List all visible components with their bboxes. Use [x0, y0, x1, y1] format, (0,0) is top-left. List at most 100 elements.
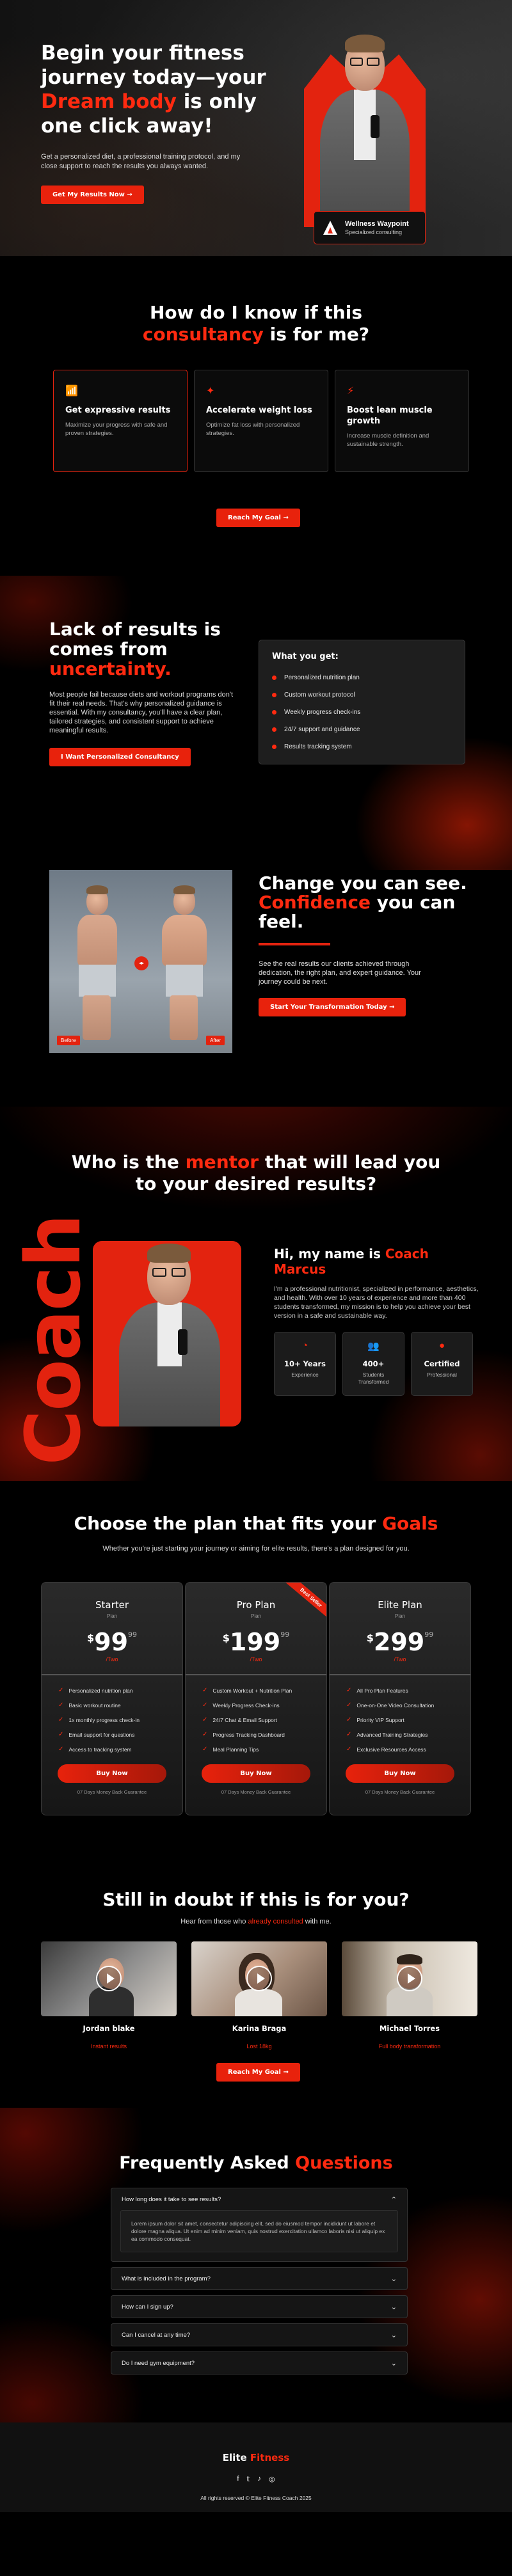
price-cents: 99: [280, 1631, 290, 1639]
stat-label: Students Transformed: [358, 1371, 389, 1385]
plan-tag: Plan: [106, 1613, 117, 1619]
hero-paragraph: Get a personalized diet, a professional …: [41, 153, 241, 170]
testimonials-section: Still in doubt if this is for you? Hear …: [0, 1852, 512, 2108]
consultancy-title: How do I know if this consultancy is for…: [0, 302, 512, 345]
plan-feature-text: Exclusive Resources Access: [356, 1746, 426, 1753]
faq-question[interactable]: Do I need gym equipment?: [122, 2360, 195, 2367]
feature-card-title: Accelerate weight loss: [206, 406, 312, 415]
price-cents: 99: [128, 1631, 138, 1639]
mentor-name: Hi, my name is Coach Marcus: [274, 1246, 479, 1277]
hero-title: Begin your fitness journey today—your Dr…: [41, 41, 278, 138]
buy-now-button-starter[interactable]: Buy Now: [58, 1764, 166, 1783]
play-icon[interactable]: [246, 1966, 272, 1991]
before-after-image[interactable]: ◂▸ Before After: [49, 870, 232, 1053]
mentor-paragraph: I'm a professional nutritionist, special…: [274, 1285, 479, 1320]
feature-card-muscle[interactable]: ⚡ Boost lean muscle growth Increase musc…: [335, 370, 469, 472]
chevron-down-icon[interactable]: ⌄: [391, 2331, 397, 2339]
check-icon: ✓: [58, 1702, 64, 1709]
faq-item[interactable]: Can I cancel at any time? ⌄: [111, 2323, 408, 2346]
tiktok-icon[interactable]: ♪: [258, 2475, 262, 2483]
pricing-title-highlight: Goals: [382, 1513, 438, 1534]
plan-card-starter: Starter Plan $9999 /Two ✓ Personalized nu…: [41, 1582, 183, 1815]
faq-question[interactable]: What is included in the program?: [122, 2275, 211, 2282]
buy-now-button-elite[interactable]: Buy Now: [346, 1764, 454, 1783]
footer-brand-highlight: Fitness: [250, 2452, 290, 2463]
plan-feature: ✓ 1x monthly progress check-in: [58, 1712, 182, 1727]
consultancy-section: How do I know if this consultancy is for…: [0, 256, 512, 576]
twitter-icon[interactable]: 𝕥: [246, 2475, 250, 2483]
badge-subtitle: Specialized consulting: [345, 229, 403, 235]
chevron-down-icon[interactable]: ⌄: [391, 2359, 397, 2367]
play-icon[interactable]: [397, 1966, 422, 1991]
footer-brand-pre: Elite: [222, 2452, 250, 2463]
certificate-icon: ●: [438, 1340, 445, 1351]
testimonial-name: Michael Torres: [379, 2024, 440, 2033]
mentor-section: Who is the mentor that will lead you to …: [0, 1107, 512, 1481]
play-icon[interactable]: [96, 1966, 122, 1991]
faq-item[interactable]: How can I sign up? ⌄: [111, 2295, 408, 2318]
facebook-icon[interactable]: f: [237, 2475, 239, 2483]
check-icon: ✓: [346, 1746, 352, 1753]
check-icon: ✓: [58, 1731, 64, 1738]
plan-feature: ✓ Custom Workout + Nutrition Plan: [202, 1683, 326, 1698]
plan-tag: Plan: [394, 1613, 405, 1619]
faq-item[interactable]: Do I need gym equipment? ⌄: [111, 2351, 408, 2375]
mentor-stats: ◔ 10+ Years Experience 👥 400+ Students T…: [274, 1332, 479, 1396]
faq-item[interactable]: What is included in the program? ⌄: [111, 2267, 408, 2290]
chevron-down-icon[interactable]: ⌄: [391, 2303, 397, 2311]
personalized-consultancy-button[interactable]: I Want Personalized Consultancy: [49, 748, 191, 766]
plan-guarantee: 07 Days Money Back Guarantee: [221, 1789, 291, 1795]
pricing-title: Choose the plan that fits your Goals: [0, 1513, 512, 1535]
plan-feature-text: All Pro Plan Features: [356, 1687, 408, 1694]
faq-question[interactable]: How can I sign up?: [122, 2303, 173, 2311]
bullet-dot-icon: [272, 676, 276, 680]
plan-feature: ✓ All Pro Plan Features: [346, 1683, 470, 1698]
plan-price: $9999: [87, 1628, 137, 1656]
plan-card-elite: Elite Plan Plan $29999 /Two ✓ All Pro Pla…: [329, 1582, 471, 1815]
testimonials-subtitle-highlight: already consulted: [248, 1918, 303, 1925]
start-transformation-button[interactable]: Start Your Transformation Today →: [259, 998, 406, 1016]
plan-price: $19999: [223, 1628, 289, 1656]
faq-question[interactable]: Can I cancel at any time?: [122, 2332, 190, 2339]
bullet-dot-icon: [272, 693, 276, 697]
mentor-title-pre: Who is the: [71, 1151, 186, 1173]
chevron-down-icon[interactable]: ⌄: [391, 2275, 397, 2283]
chevron-up-icon[interactable]: ⌃: [391, 2195, 397, 2204]
testimonial-name: Jordan blake: [83, 2024, 135, 2033]
plan-period: /Two: [394, 1656, 406, 1663]
plan-feature: ✓ Basic workout routine: [58, 1698, 182, 1712]
video-thumbnail[interactable]: [191, 1941, 327, 2016]
compare-slider-handle[interactable]: ◂▸: [134, 956, 148, 970]
stat-label: Experience: [291, 1371, 319, 1378]
uncertainty-section: Lack of results is comes from uncertaint…: [0, 576, 512, 870]
faq-item[interactable]: How long does it take to see results? ⌃ L…: [111, 2188, 408, 2262]
transformation-title-highlight: Confidence: [259, 892, 371, 913]
mentor-title: Who is the mentor that will lead you to …: [0, 1151, 512, 1195]
plan-feature-text: Basic workout routine: [68, 1702, 121, 1709]
feature-card-results[interactable]: 📶 Get expressive results Maximize your p…: [53, 370, 188, 472]
hero-cta-button[interactable]: Get My Results Now →: [41, 186, 144, 204]
faq-question[interactable]: How long does it take to see results?: [122, 2196, 221, 2203]
footer-brand[interactable]: Elite Fitness: [0, 2422, 512, 2463]
check-icon: ✓: [346, 1716, 352, 1723]
testimonials-subtitle-pre: Hear from those who: [180, 1918, 248, 1925]
plan-card-pro: Best Seller Pro Plan Plan $19999 /Two ✓ C…: [185, 1582, 327, 1815]
transformation-title-line2: you can: [371, 892, 456, 913]
plan-price: $29999: [367, 1628, 433, 1656]
video-thumbnail[interactable]: [41, 1941, 177, 2016]
plan-period: /Two: [106, 1656, 118, 1663]
reach-goal-button-2[interactable]: Reach My Goal →: [216, 2063, 300, 2082]
testimonials-title: Still in doubt if this is for you?: [102, 1889, 410, 1910]
feature-card-weight-loss[interactable]: ✦ Accelerate weight loss Optimize fat lo…: [194, 370, 328, 472]
buy-now-button-pro[interactable]: Buy Now: [202, 1764, 310, 1783]
benefit-text: Personalized nutrition plan: [284, 674, 360, 681]
transformation-section: ◂▸ Before After Change you can see. Conf…: [0, 870, 512, 1107]
instagram-icon[interactable]: ◎: [269, 2475, 275, 2483]
what-you-get-title: What you get:: [272, 652, 339, 661]
stat-card-certified: ● Certified Professional: [411, 1332, 473, 1396]
reach-goal-button[interactable]: Reach My Goal →: [216, 509, 300, 527]
plan-name: Elite Plan: [378, 1599, 422, 1611]
plan-feature: ✓ Advanced Training Strategies: [346, 1727, 470, 1742]
video-thumbnail[interactable]: [342, 1941, 477, 2016]
plan-feature: ✓ Personalized nutrition plan: [58, 1683, 182, 1698]
